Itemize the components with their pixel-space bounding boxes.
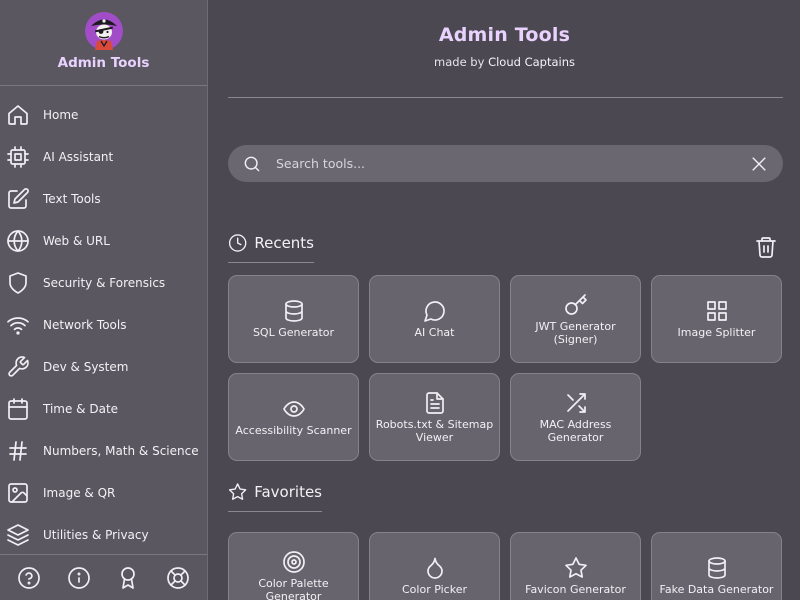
chip-icon: [7, 146, 29, 168]
sidebar-footer: [0, 554, 207, 600]
sidebar-item-label: AI Assistant: [43, 150, 114, 164]
database-icon: [707, 557, 726, 579]
help-icon[interactable]: [17, 566, 41, 590]
page-header: Admin Tools made by Cloud Captains: [209, 0, 800, 69]
lifebuoy-icon[interactable]: [166, 566, 190, 590]
tool-card-label: Color Palette Generator: [258, 576, 329, 600]
droplet-icon: [426, 557, 443, 579]
home-icon: [8, 105, 28, 125]
pirate-logo-icon: [84, 12, 123, 50]
sidebar-item-utilities-privacy[interactable]: Utilities & Privacy: [0, 514, 207, 556]
tool-card-jwt-generator[interactable]: JWT Generator (Signer): [510, 275, 641, 363]
clock-icon: [228, 234, 247, 252]
sidebar-item-label: Numbers, Math & Science: [43, 444, 199, 458]
wrench-icon: [8, 356, 29, 377]
tool-card-label: AI Chat: [414, 326, 455, 339]
sidebar-item-security-forensics[interactable]: Security & Forensics: [0, 262, 207, 304]
tool-card-label: JWT Generator (Signer): [535, 319, 616, 346]
sidebar-item-text-tools[interactable]: Text Tools: [0, 178, 207, 220]
favorites-title: Favorites: [254, 483, 322, 501]
award-icon[interactable]: [116, 566, 140, 590]
brand-title: Admin Tools: [57, 55, 150, 71]
trash-icon[interactable]: [754, 235, 778, 259]
tool-card-image-splitter[interactable]: Image Splitter: [651, 275, 782, 363]
hash-icon: [9, 441, 27, 461]
search-bar[interactable]: [228, 145, 783, 182]
tool-card-label: Robots.txt & Sitemap Viewer: [375, 417, 494, 444]
globe-icon: [7, 230, 29, 252]
sidebar-item-label: Image & QR: [43, 486, 116, 500]
subtitle-author[interactable]: Cloud Captains: [488, 55, 575, 69]
shuffle-icon: [566, 392, 586, 413]
recents-heading: Recents: [228, 231, 314, 263]
sidebar-item-image-qr[interactable]: Image & QR: [0, 472, 207, 514]
page-subtitle: made by Cloud Captains: [209, 55, 800, 69]
image-icon: [8, 483, 28, 503]
tool-card-robots-sitemap-viewer[interactable]: Robots.txt & Sitemap Viewer: [369, 373, 500, 461]
sidebar-item-label: Network Tools: [43, 318, 127, 332]
grid-icon: [706, 301, 727, 321]
sidebar-nav: Home AI Assistant Text Tools Web & URL S…: [0, 94, 207, 556]
sidebar-item-label: Text Tools: [43, 192, 101, 206]
tool-card-sql-generator[interactable]: SQL Generator: [228, 275, 359, 363]
tool-card-label: Image Splitter: [677, 326, 756, 339]
tool-card-color-picker[interactable]: Color Picker: [369, 532, 500, 600]
tool-card-label: Color Picker: [402, 583, 467, 596]
recents-title: Recents: [254, 234, 314, 252]
header-divider: [228, 97, 783, 98]
search-input[interactable]: [276, 156, 749, 171]
tool-card-mac-address-generator[interactable]: MAC Address Generator: [510, 373, 641, 461]
tool-card-label: MAC Address Generator: [539, 417, 612, 444]
search-icon: [244, 156, 260, 171]
tool-card-label: Favicon Generator: [525, 583, 626, 596]
sidebar-item-label: Web & URL: [43, 234, 110, 248]
sidebar-item-label: Dev & System: [43, 360, 129, 374]
sidebar-item-web-url[interactable]: Web & URL: [0, 220, 207, 262]
sidebar-item-home[interactable]: Home: [0, 94, 207, 136]
sidebar-item-label: Utilities & Privacy: [43, 528, 149, 542]
brand[interactable]: Admin Tools: [0, 0, 207, 86]
tool-card-ai-chat[interactable]: AI Chat: [369, 275, 500, 363]
edit-icon: [8, 188, 29, 209]
main-content: Admin Tools made by Cloud Captains Recen…: [209, 0, 800, 600]
document-icon: [425, 391, 444, 414]
key-icon: [564, 293, 587, 315]
sidebar-item-label: Security & Forensics: [43, 276, 166, 290]
target-icon: [282, 550, 305, 573]
tool-card-label: Fake Data Generator: [659, 583, 774, 596]
shield-icon: [9, 272, 27, 294]
database-icon: [284, 300, 303, 322]
sidebar-item-label: Time & Date: [43, 402, 119, 416]
star-outline-icon: [228, 483, 247, 500]
subtitle-prefix: made by: [434, 55, 485, 69]
sidebar-item-network-tools[interactable]: Network Tools: [0, 304, 207, 346]
sidebar-item-ai-assistant[interactable]: AI Assistant: [0, 136, 207, 178]
sidebar: Admin Tools Home AI Assistant Text Tools…: [0, 0, 208, 600]
sidebar-item-numbers-math-science[interactable]: Numbers, Math & Science: [0, 430, 207, 472]
wifi-icon: [7, 317, 29, 335]
tool-card-fake-data-generator[interactable]: Fake Data Generator: [651, 532, 782, 600]
sidebar-item-dev-system[interactable]: Dev & System: [0, 346, 207, 388]
info-icon[interactable]: [67, 566, 91, 590]
page-title: Admin Tools: [438, 24, 571, 46]
calendar-icon: [8, 398, 28, 420]
eye-icon: [282, 401, 305, 417]
tool-card-favicon-generator[interactable]: Favicon Generator: [510, 532, 641, 600]
favorites-heading: Favorites: [228, 480, 322, 512]
sidebar-item-time-date[interactable]: Time & Date: [0, 388, 207, 430]
chat-icon: [423, 301, 445, 322]
layers-icon: [7, 524, 29, 546]
clear-search-icon[interactable]: [749, 154, 769, 174]
sidebar-item-label: Home: [43, 108, 79, 122]
star-icon: [564, 557, 587, 578]
tool-card-label: Accessibility Scanner: [235, 424, 352, 437]
tool-card-accessibility-scanner[interactable]: Accessibility Scanner: [228, 373, 359, 461]
tool-card-label: SQL Generator: [252, 326, 335, 339]
tool-card-color-palette-generator[interactable]: Color Palette Generator: [228, 532, 359, 600]
